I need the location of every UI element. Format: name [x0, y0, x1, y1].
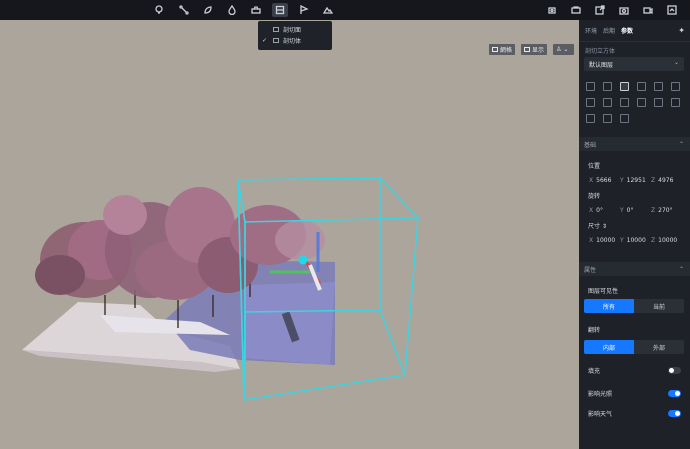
align-icon[interactable] [603, 82, 612, 91]
undo-icon[interactable] [586, 98, 595, 107]
flip-inside-option[interactable]: 内部 [584, 340, 634, 354]
lightbulb-icon[interactable] [151, 3, 167, 17]
display-button[interactable]: 显示 [521, 44, 548, 55]
size-label: 尺寸 ⇕ [588, 223, 607, 230]
tab-postprocess[interactable]: 后期 [603, 26, 615, 35]
vehicle-icon[interactable] [248, 3, 264, 17]
section-mode-dropdown: 剖切面 ✓ 剖切体 [258, 21, 332, 50]
download-icon[interactable] [654, 82, 663, 91]
section-attributes[interactable]: 属性 ⌃ [579, 262, 690, 276]
rotation-x[interactable]: X 0° [587, 204, 617, 216]
fill-toggle[interactable] [668, 367, 681, 374]
properties-panel: 环境 后期 参数 ✦ 剖切立方体 默认图层 ⌄ 基础 ⌃ 位置 X 5666 Y 129… [579, 20, 690, 449]
focus-icon[interactable] [620, 82, 629, 91]
chevron-up-icon: ⌃ [678, 265, 684, 273]
grid-toggle-button[interactable]: 網格 [489, 44, 516, 55]
rotation-label: 旋转 [588, 193, 601, 200]
fire-icon[interactable] [224, 3, 240, 17]
path-icon[interactable] [176, 3, 192, 17]
size-y[interactable]: Y 10000 [618, 234, 648, 246]
dropdown-item-section-box[interactable]: ✓ 剖切体 [258, 35, 332, 46]
layer-visibility-segment: 所有 当前 [584, 299, 684, 313]
layer-select[interactable]: 默认图层 ⌄ [584, 57, 684, 71]
size-x[interactable]: X 10000 [587, 234, 617, 246]
home-icon[interactable] [620, 98, 629, 107]
panel-title: 剖切立方体 [585, 48, 616, 55]
snap-icon[interactable] [620, 114, 629, 123]
flip-label: 翻转 [588, 327, 601, 334]
chevron-down-icon: ⌄ [563, 46, 569, 53]
drone-icon[interactable] [544, 3, 560, 17]
layer-visibility-label: 图层可见性 [588, 288, 619, 295]
section-icon[interactable] [272, 3, 288, 17]
size-z[interactable]: Z 10000 [649, 234, 679, 246]
refresh-icon[interactable] [603, 98, 612, 107]
share-icon[interactable] [654, 98, 663, 107]
flag-icon[interactable] [296, 3, 312, 17]
position-label: 位置 [588, 163, 601, 170]
dropdown-item-section-plane[interactable]: 剖切面 [258, 24, 332, 35]
3d-viewport[interactable]: 網格 显示 ♙ ⌄ [0, 20, 579, 449]
sparkle-icon[interactable]: ✦ [678, 26, 685, 35]
file-icon[interactable] [671, 98, 680, 107]
panel-tabs: 环境 后期 参数 [579, 20, 690, 42]
grid-icon [492, 47, 498, 52]
flip-segment: 内部 外部 [584, 340, 684, 354]
section-basic[interactable]: 基础 ⌃ [579, 137, 690, 151]
leaf-icon[interactable] [200, 3, 216, 17]
camera-rig-icon[interactable] [568, 3, 584, 17]
box-icon [273, 38, 279, 43]
position-z[interactable]: Z 4976 [649, 174, 679, 186]
edit-icon[interactable] [586, 114, 595, 123]
expand-icon[interactable] [603, 114, 612, 123]
checkmark-icon: ✓ [262, 37, 268, 44]
rotation-y[interactable]: Y 0° [618, 204, 648, 216]
position-x[interactable]: X 5666 [587, 174, 617, 186]
position-y[interactable]: Y 12951 [618, 174, 648, 186]
visibility-current-option[interactable]: 当前 [634, 299, 684, 313]
flip-outside-option[interactable]: 外部 [634, 340, 684, 354]
link-icon[interactable]: ⇕ [602, 223, 607, 230]
tab-environment[interactable]: 环境 [585, 26, 597, 35]
share-icon[interactable] [592, 3, 608, 17]
folder-icon[interactable] [637, 98, 646, 107]
chevron-down-icon: ⌄ [673, 59, 679, 66]
export-icon[interactable] [664, 3, 680, 17]
rotation-z[interactable]: Z 270° [649, 204, 679, 216]
pin-icon[interactable] [637, 82, 646, 91]
chevron-up-icon: ⌃ [678, 140, 684, 148]
affect-weather-toggle[interactable] [668, 410, 681, 417]
plane-icon [273, 27, 279, 32]
tab-parameters[interactable]: 参数 [621, 26, 633, 35]
display-icon [524, 47, 530, 52]
video-icon[interactable] [640, 3, 656, 17]
visibility-all-option[interactable]: 所有 [584, 299, 634, 313]
copy-icon[interactable] [586, 82, 595, 91]
fill-row: 填充 [579, 361, 690, 380]
duplicate-icon[interactable] [671, 82, 680, 91]
top-toolbar [0, 0, 690, 20]
affect-light-toggle[interactable] [668, 390, 681, 397]
user-view-button[interactable]: ♙ ⌄ [553, 44, 574, 55]
scene-render[interactable] [0, 20, 579, 449]
camera-icon[interactable] [616, 3, 632, 17]
terrain-icon[interactable] [320, 3, 336, 17]
person-icon: ♙ [556, 46, 562, 53]
affect-light-row: 影响光照 [579, 384, 690, 403]
affect-weather-row: 影响天气 [579, 404, 690, 423]
